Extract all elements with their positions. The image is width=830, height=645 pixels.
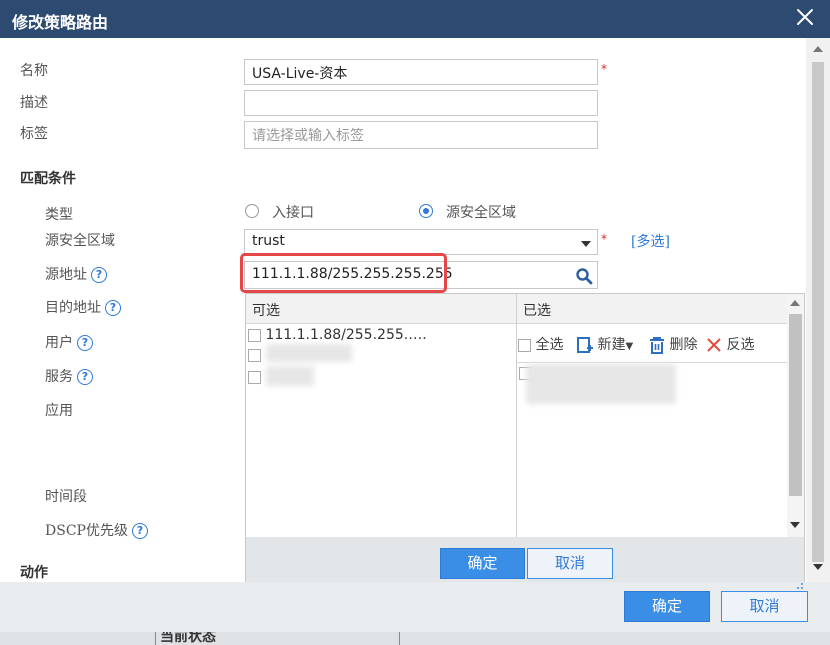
confirm-button[interactable]: 确定 bbox=[624, 591, 710, 622]
blurred-item bbox=[526, 364, 676, 404]
checkbox[interactable] bbox=[248, 328, 261, 342]
source-zone-label: 源安全区域 bbox=[45, 233, 115, 249]
help-icon[interactable]: ? bbox=[105, 300, 121, 316]
destination-address-label: 目的地址? bbox=[45, 297, 121, 317]
search-icon[interactable] bbox=[575, 267, 593, 285]
blurred-item bbox=[266, 366, 314, 386]
list-item[interactable] bbox=[248, 369, 261, 385]
selected-scrollbar[interactable] bbox=[787, 294, 804, 537]
delete-button[interactable]: 删除 bbox=[649, 334, 697, 354]
pane-divider bbox=[516, 294, 517, 537]
checkbox[interactable] bbox=[518, 338, 531, 352]
service-label: 服务? bbox=[45, 366, 93, 386]
list-item[interactable] bbox=[248, 347, 261, 363]
current-status-panel: 当前状态 bbox=[155, 632, 400, 645]
help-icon[interactable]: ? bbox=[131, 523, 148, 539]
background-page: 当前状态 bbox=[0, 632, 830, 645]
toolbar-divider bbox=[517, 362, 787, 363]
chevron-down-icon bbox=[581, 241, 591, 247]
dialog-footer: 确定 取消 bbox=[0, 582, 830, 632]
select-all-button[interactable]: 全选 bbox=[518, 334, 563, 354]
list-item[interactable]: 111.1.1.88/255.255.…. bbox=[248, 327, 427, 343]
name-required-mark: * bbox=[601, 62, 607, 76]
checkbox[interactable] bbox=[248, 348, 261, 362]
cross-icon bbox=[707, 338, 721, 352]
type-label: 类型 bbox=[45, 207, 73, 223]
name-input[interactable]: USA-Live-资本 bbox=[244, 59, 598, 85]
picker-cancel-button[interactable]: 取消 bbox=[527, 548, 613, 579]
checkbox[interactable] bbox=[248, 370, 261, 384]
match-conditions-heading: 匹配条件 bbox=[20, 171, 76, 187]
picker-confirm-button[interactable]: 确定 bbox=[440, 548, 525, 579]
close-icon[interactable] bbox=[794, 6, 816, 28]
picker-footer: 确定 取消 bbox=[246, 537, 804, 582]
scroll-down-icon[interactable] bbox=[813, 564, 823, 570]
help-icon[interactable]: ? bbox=[77, 369, 93, 385]
scroll-up-icon[interactable] bbox=[813, 46, 823, 52]
source-zone-select[interactable]: trust bbox=[244, 229, 598, 255]
address-picker-panel: 可选 已选 111.1.1.88/255.255.…. 全选 新建▼ 删除 反选 bbox=[245, 293, 805, 583]
invert-selection-button[interactable]: 反选 bbox=[706, 334, 754, 354]
dscp-priority-label: DSCP优先级? bbox=[45, 520, 148, 540]
action-heading: 动作 bbox=[20, 565, 48, 581]
selected-scrollbar-thumb[interactable] bbox=[789, 314, 802, 496]
trash-icon bbox=[650, 336, 664, 354]
resize-grip-icon[interactable] bbox=[796, 582, 804, 590]
tag-label: 标签 bbox=[20, 126, 48, 142]
description-input[interactable] bbox=[244, 90, 598, 116]
source-address-highlight bbox=[240, 253, 447, 293]
available-header: 可选 bbox=[246, 294, 516, 324]
dialog-title: 修改策略路由 bbox=[12, 13, 109, 32]
source-zone-required-mark: * bbox=[601, 232, 607, 246]
radio-source-zone-label: 源安全区域 bbox=[446, 205, 516, 221]
help-icon[interactable]: ? bbox=[91, 267, 107, 283]
time-range-label: 时间段 bbox=[45, 489, 87, 505]
dialog-scrollbar[interactable] bbox=[806, 38, 830, 582]
scroll-up-icon[interactable] bbox=[790, 300, 800, 306]
multi-select-link[interactable]: [多选] bbox=[631, 231, 670, 251]
name-label: 名称 bbox=[20, 63, 48, 79]
dialog-title-bar: 修改策略路由 bbox=[0, 0, 830, 38]
help-icon[interactable]: ? bbox=[77, 335, 93, 351]
dialog-scrollbar-thumb[interactable] bbox=[812, 62, 824, 562]
radio-source-zone[interactable] bbox=[419, 204, 433, 218]
selected-header: 已选 bbox=[517, 294, 787, 324]
application-label: 应用 bbox=[45, 403, 73, 419]
user-label: 用户? bbox=[45, 332, 93, 352]
current-status-label: 当前状态 bbox=[160, 632, 216, 645]
radio-ingress-interface-label: 入接口 bbox=[272, 205, 314, 221]
description-label: 描述 bbox=[20, 95, 48, 111]
new-button[interactable]: 新建▼ bbox=[577, 334, 633, 354]
cancel-button[interactable]: 取消 bbox=[721, 591, 808, 622]
source-address-label: 源地址? bbox=[45, 264, 107, 284]
radio-ingress-interface[interactable] bbox=[245, 204, 259, 218]
blurred-item bbox=[266, 344, 352, 362]
scroll-down-icon[interactable] bbox=[790, 522, 800, 528]
new-icon bbox=[577, 337, 593, 353]
tag-input[interactable]: 请选择或输入标签 bbox=[244, 121, 598, 149]
